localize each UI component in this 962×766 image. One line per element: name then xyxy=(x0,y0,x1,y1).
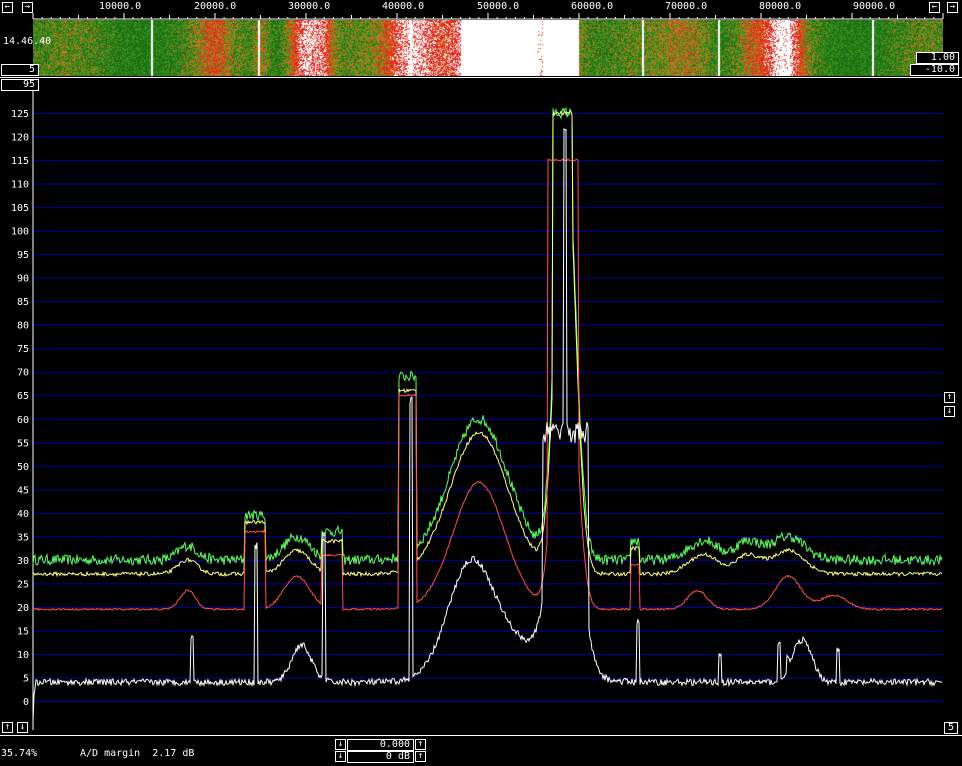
y-tick-label: 95 xyxy=(17,250,29,261)
green-trace xyxy=(32,107,943,567)
y-tick-label: 50 xyxy=(17,462,29,473)
waterfall-time: 14.46.40 xyxy=(3,36,52,47)
y-tick-label: 90 xyxy=(17,274,29,285)
separator xyxy=(0,77,962,78)
freq-label: 90000.0 xyxy=(853,1,896,12)
frequency-ticks xyxy=(32,13,944,20)
y-tick-label: 110 xyxy=(11,180,29,191)
gain-up-button[interactable]: ↑ xyxy=(415,739,426,750)
spectrum-plot[interactable]: 1251201151101051009590858075706560555045… xyxy=(0,90,962,730)
y-tick-label: 85 xyxy=(17,297,29,308)
percent-readout: 35.74% xyxy=(1,748,38,759)
y-tick-label: 15 xyxy=(17,626,29,637)
y-tick-label: 5 xyxy=(23,673,29,684)
y-tick-label: 80 xyxy=(17,321,29,332)
freq-label: 70000.0 xyxy=(665,1,708,12)
y-tick-label: 75 xyxy=(17,344,29,355)
yellow-trace xyxy=(32,110,943,578)
white-trace xyxy=(32,127,943,722)
red-trace xyxy=(32,158,943,612)
y-tick-label: 35 xyxy=(17,532,29,543)
y-tick-label: 100 xyxy=(11,227,29,238)
bottom-separator xyxy=(0,735,962,736)
bottom-up-button[interactable]: ↑ xyxy=(2,722,13,733)
y-tick-label: 115 xyxy=(11,156,29,167)
y-tick-label: 125 xyxy=(11,109,29,120)
ad-margin-readout: A/D margin 2.17 dB xyxy=(80,748,195,759)
gain-value[interactable]: 0.000 xyxy=(347,739,414,751)
y-tick-label: 120 xyxy=(11,133,29,144)
y-tick-label: 0 xyxy=(23,697,29,708)
gain-down-button[interactable]: ↓ xyxy=(335,739,346,750)
y-tick-label: 105 xyxy=(11,203,29,214)
waterfall-zero-value[interactable]: -10.0 xyxy=(910,64,959,76)
db-up-button[interactable]: ↑ xyxy=(415,751,426,762)
y-tick-label: 30 xyxy=(17,556,29,567)
freq-label: 10000.0 xyxy=(99,1,142,12)
db-value[interactable]: 0 dB xyxy=(347,751,414,763)
bottom-right-value[interactable]: 5 xyxy=(944,722,958,734)
y-tick-label: 55 xyxy=(17,438,29,449)
freq-label: 60000.0 xyxy=(571,1,614,12)
y-tick-label: 10 xyxy=(17,650,29,661)
waterfall-gain-value[interactable]: 1.00 xyxy=(916,52,959,64)
freq-label: 30000.0 xyxy=(288,1,331,12)
y-tick-label: 40 xyxy=(17,509,29,520)
freq-label: 20000.0 xyxy=(194,1,237,12)
y-tick-label: 45 xyxy=(17,485,29,496)
bottom-down-button[interactable]: ↓ xyxy=(17,722,28,733)
db-down-button[interactable]: ↓ xyxy=(335,751,346,762)
freq-label: 40000.0 xyxy=(382,1,425,12)
y-tick-label: 20 xyxy=(17,603,29,614)
freq-label: 80000.0 xyxy=(759,1,802,12)
y-tick-label: 25 xyxy=(17,579,29,590)
scale-down-button[interactable]: ↓ xyxy=(944,406,955,417)
y-tick-label: 65 xyxy=(17,391,29,402)
y-tick-label: 60 xyxy=(17,415,29,426)
scale-up-button[interactable]: ↑ xyxy=(944,392,955,403)
y-tick-label: 70 xyxy=(17,368,29,379)
freq-label: 50000.0 xyxy=(477,1,520,12)
waterfall-low-value[interactable]: 5 xyxy=(1,64,39,76)
waterfall-display[interactable] xyxy=(33,20,943,76)
